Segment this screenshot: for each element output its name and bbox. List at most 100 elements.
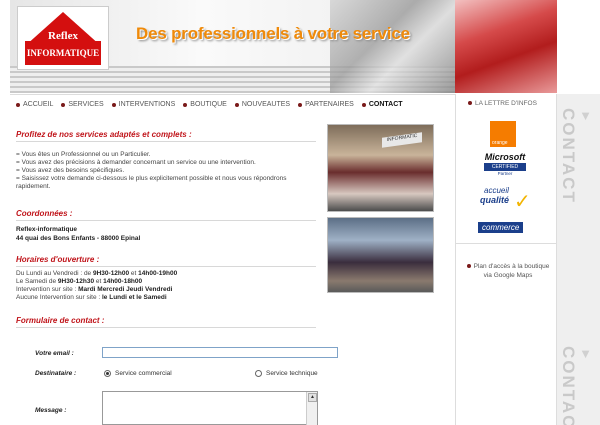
nav-label: NOUVEAUTES bbox=[241, 101, 291, 108]
bullet-icon bbox=[183, 102, 188, 107]
hours-time: 9H30-12h00 bbox=[92, 270, 130, 277]
intro-line: rapidement. bbox=[16, 183, 51, 190]
page: Reflex INFORMATIQUE Des professionnels à… bbox=[0, 0, 600, 425]
hours-time: 9H30-12h30 bbox=[57, 278, 95, 285]
sidebar-divider bbox=[456, 243, 556, 244]
email-label: Votre email : bbox=[35, 350, 74, 357]
newsletter-link[interactable]: LA LETTRE D'INFOS bbox=[468, 100, 537, 107]
aq-line2: qualité bbox=[480, 195, 510, 205]
nav-interventions[interactable]: INTERVENTIONS bbox=[111, 99, 176, 110]
contact-vertical-tab[interactable]: ▼ CONTACT bbox=[559, 346, 593, 425]
intro-line: = Vous avez des précisions à demander co… bbox=[16, 159, 256, 166]
contact-tab-label: CONTACT bbox=[559, 346, 578, 425]
contact-vertical-tab[interactable]: ▼ CONTACT bbox=[559, 108, 593, 204]
chevron-down-icon: ▼ bbox=[578, 108, 593, 125]
bullet-icon bbox=[16, 102, 20, 107]
radio-label: Service technique bbox=[266, 370, 318, 377]
header-photo-red bbox=[455, 0, 557, 93]
header: Reflex INFORMATIQUE Des professionnels à… bbox=[10, 0, 557, 93]
nav-label: CONTACT bbox=[368, 101, 403, 108]
radio-icon bbox=[255, 370, 262, 377]
shop-front-photo: INFORMATIC bbox=[327, 124, 434, 212]
coords-name: Reflex-informatique bbox=[16, 226, 78, 233]
google-maps-link[interactable]: Plan d'accès à la boutique via Google Ma… bbox=[466, 262, 550, 280]
main-nav: ACCUEIL SERVICES INTERVENTIONS BOUTIQUE … bbox=[16, 99, 403, 110]
logo-line2: INFORMATIQUE bbox=[26, 48, 100, 58]
bullet-icon bbox=[61, 102, 66, 107]
hours-text: Le Samedi de bbox=[16, 278, 58, 285]
hours-line-no-onsite: Aucune Intervention sur site : le Lundi … bbox=[16, 294, 167, 302]
hours-text: Aucune Intervention sur site : bbox=[16, 294, 102, 301]
logo[interactable]: Reflex INFORMATIQUE bbox=[17, 6, 109, 70]
hours-time: 14h00-19h00 bbox=[138, 270, 178, 277]
nav-boutique[interactable]: BOUTIQUE bbox=[183, 99, 227, 110]
hours-title: Horaires d'ouverture : bbox=[16, 255, 100, 264]
aq-line3: commerce bbox=[478, 222, 524, 233]
nav-nouveautes[interactable]: NOUVEAUTES bbox=[234, 99, 291, 110]
nav-label: PARTENAIRES bbox=[305, 101, 354, 108]
nav-label: INTERVENTIONS bbox=[118, 101, 176, 108]
hours-days: le Lundi et le Samedi bbox=[102, 294, 167, 301]
bullet-icon bbox=[234, 102, 239, 107]
nav-services[interactable]: SERVICES bbox=[61, 99, 104, 110]
radio-service-technique[interactable]: Service technique bbox=[255, 370, 318, 377]
nav-label: ACCUEIL bbox=[23, 101, 54, 108]
accueil-qualite-logo[interactable]: accueil qualité ✓ commerce bbox=[478, 186, 538, 240]
nav-contact[interactable]: CONTACT bbox=[361, 99, 403, 110]
intro-line: = Vous êtes un Professionnel ou un Parti… bbox=[16, 151, 151, 158]
section-rule bbox=[16, 327, 316, 328]
bullet-icon bbox=[298, 102, 303, 107]
section-rule bbox=[16, 220, 316, 221]
bullet-icon bbox=[466, 264, 471, 268]
radio-label: Service commercial bbox=[115, 370, 172, 377]
hours-time: 14h00-18h00 bbox=[103, 278, 143, 285]
nav-partenaires[interactable]: PARTENAIRES bbox=[298, 99, 354, 110]
header-slogan: Des professionnels à votre service bbox=[136, 24, 410, 43]
bullet-icon bbox=[361, 102, 366, 107]
shop-interior-photo bbox=[327, 217, 434, 293]
sidebar: LA LETTRE D'INFOS orange Microsoft CERTI… bbox=[455, 94, 557, 425]
hours-text: Du Lundi au Vendredi : de bbox=[16, 270, 93, 277]
scroll-up-icon[interactable]: ▲ bbox=[308, 393, 317, 402]
shop-sign: INFORMATIC bbox=[382, 132, 422, 148]
nav-divider bbox=[10, 94, 455, 95]
orange-logo[interactable]: orange bbox=[490, 121, 516, 147]
microsoft-partner: Partner bbox=[497, 171, 513, 176]
microsoft-brand: Microsoft bbox=[484, 152, 526, 162]
radio-icon bbox=[104, 370, 111, 377]
section-rule bbox=[16, 141, 316, 142]
message-textarea[interactable] bbox=[102, 391, 318, 425]
nav-label: SERVICES bbox=[68, 101, 104, 108]
hours-text: Intervention sur site : bbox=[16, 286, 79, 293]
message-scrollbar[interactable]: ▲ bbox=[306, 392, 317, 425]
contact-tab-label: CONTACT bbox=[559, 108, 578, 204]
header-photo bbox=[330, 0, 455, 93]
microsoft-cert: CERTIFIED bbox=[484, 163, 526, 171]
nav-label: BOUTIQUE bbox=[190, 101, 227, 108]
radio-service-commercial[interactable]: Service commercial bbox=[104, 370, 172, 377]
orange-logo-text: orange bbox=[492, 140, 508, 146]
recipient-label: Destinataire : bbox=[35, 370, 77, 377]
nav-accueil[interactable]: ACCUEIL bbox=[16, 99, 53, 110]
hours-days: Mardi Mercredi Jeudi Vendredi bbox=[78, 286, 173, 293]
chevron-down-icon: ▼ bbox=[578, 346, 593, 363]
microsoft-certified-logo[interactable]: Microsoft CERTIFIED Partner bbox=[480, 152, 530, 176]
aq-line1: accueil bbox=[484, 186, 509, 195]
contact-strip: ▼ CONTACT ▼ CONTACT bbox=[557, 94, 600, 425]
check-icon: ✓ bbox=[514, 191, 531, 213]
section-rule bbox=[16, 266, 316, 267]
form-title: Formulaire de contact : bbox=[16, 316, 105, 325]
bullet-icon bbox=[111, 102, 116, 107]
logo-line1: Reflex bbox=[48, 30, 78, 42]
newsletter-label: LA LETTRE D'INFOS bbox=[475, 100, 537, 107]
hours-line-saturday: Le Samedi de 9H30-12h30 et 14h00-18h00 bbox=[16, 278, 142, 286]
email-input[interactable] bbox=[102, 347, 338, 358]
hours-line-weekdays: Du Lundi au Vendredi : de 9H30-12h00 et … bbox=[16, 270, 177, 278]
bullet-icon bbox=[468, 101, 472, 105]
coords-title: Coordonnées : bbox=[16, 209, 73, 218]
hours-text: et bbox=[129, 270, 139, 277]
hours-text: et bbox=[94, 278, 104, 285]
intro-title: Profitez de nos services adaptés et comp… bbox=[16, 130, 192, 139]
hours-line-onsite: Intervention sur site : Mardi Mercredi J… bbox=[16, 286, 172, 294]
intro-line: = Vous avez des besoins spécifiques. bbox=[16, 167, 125, 174]
